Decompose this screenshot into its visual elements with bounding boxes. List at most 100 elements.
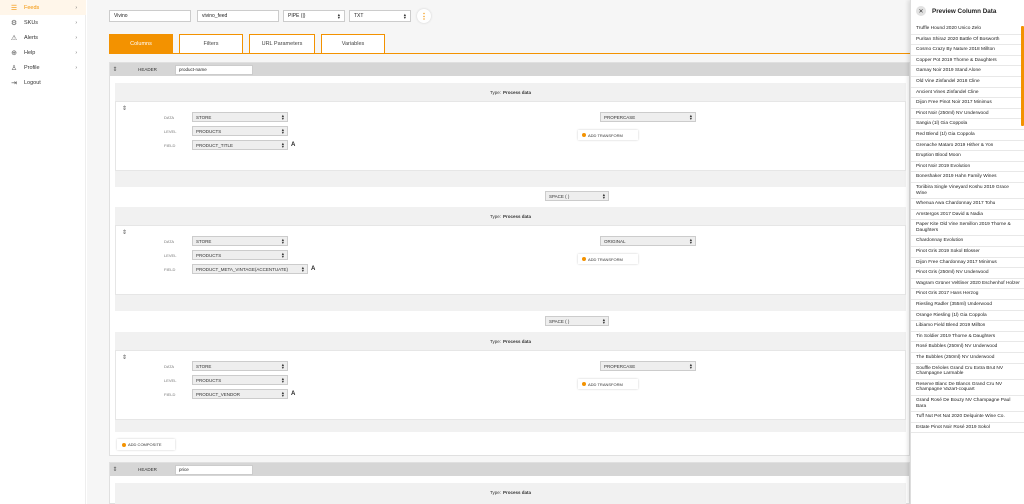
type-value: Process data (503, 489, 532, 495)
logout-icon: ⇥ (11, 79, 17, 87)
sidebar-item-label: Alerts (24, 34, 39, 41)
accent-icon[interactable]: A (291, 391, 295, 397)
data-select[interactable]: STORE ▴ ▾ (192, 112, 288, 122)
level-select[interactable]: PRODUCTS ▴ ▾ (192, 375, 288, 385)
field-label: FIELD (164, 142, 176, 148)
select-arrows-icon: ▴ ▾ (281, 127, 284, 135)
close-icon[interactable]: ✕ (916, 6, 926, 16)
list-item: Tin Soldier 2019 Thorne & Daughters (911, 332, 1024, 343)
field-select[interactable]: PRODUCT_VENDOR ▴ ▾ (192, 389, 288, 399)
list-item: Rosé Bubbles (250ml) NV Underwood (911, 342, 1024, 353)
column-card: ⇕ HEADER product-name Type: Process data … (109, 62, 910, 456)
sidebar-item-logout[interactable]: ⇥ Logout (0, 75, 86, 90)
tab-columns[interactable]: Columns (109, 34, 173, 54)
drag-handle-icon[interactable]: ⇕ (110, 66, 120, 73)
list-item: Cosmo Crazy By Nature 2018 Millton (911, 45, 1024, 56)
preview-header: ✕ Preview Column Data (911, 0, 1024, 22)
transform-select[interactable]: ORIGINAL ▴ ▾ (600, 236, 696, 246)
add-composite-button[interactable]: ADD COMPOSITE (117, 439, 175, 450)
list-item: Orange Riesling (1l) Gia Coppola (911, 311, 1024, 322)
format-select[interactable]: TXT ▴ ▾ (349, 10, 411, 22)
add-transform-button[interactable]: ADD TRANSFORM (578, 130, 638, 140)
drag-handle-icon[interactable]: ⇕ (122, 229, 127, 236)
sidebar-item-label: SKUs (24, 19, 39, 26)
drag-handle-icon[interactable]: ⇕ (110, 466, 120, 473)
skus-icon: ⚙ (10, 19, 18, 27)
more-options-icon[interactable]: ⋮ (417, 9, 431, 23)
data-select[interactable]: STORE ▴ ▾ (192, 236, 288, 246)
sidebar-item-alerts[interactable]: ⚠ Alerts › (0, 30, 86, 45)
data-select[interactable]: STORE ▴ ▾ (192, 361, 288, 371)
separator-select[interactable]: SPACE ( ) ▴ ▾ (545, 316, 609, 326)
separator-value: SPACE ( ) (549, 318, 570, 324)
list-item: Pinot Gris 2019 Sokol Blosser (911, 247, 1024, 258)
list-item: Gamay Noir 2019 Stand Alone (911, 66, 1024, 77)
delimiter-select[interactable]: PIPE (|) ▴ ▾ (283, 10, 345, 22)
select-arrows-icon: ▴ ▾ (689, 362, 692, 370)
add-transform-button[interactable]: ADD TRANSFORM (578, 379, 638, 389)
drag-handle-icon[interactable]: ⇕ (122, 105, 127, 112)
data-label: DATA (164, 114, 175, 120)
field-value: PRODUCT_META_VINTAGE(ACCENTUATE) (196, 266, 289, 272)
select-arrows-icon: ▴ ▾ (689, 237, 692, 245)
level-select[interactable]: PRODUCTS ▴ ▾ (192, 250, 288, 260)
level-row: LEVEL PRODUCTS ▴ ▾ (164, 126, 288, 136)
header-input[interactable]: price (175, 464, 253, 475)
chevron-right-icon: › (75, 49, 77, 56)
separator-select[interactable]: SPACE ( ) ▴ ▾ (545, 191, 609, 201)
chevron-right-icon: › (75, 34, 77, 41)
level-label: LEVEL (164, 128, 177, 134)
add-transform-button[interactable]: ADD TRANSFORM (578, 254, 638, 264)
type-value: Process data (503, 213, 532, 219)
type-value: Process data (503, 89, 532, 95)
field-value: PRODUCT_TITLE (196, 142, 234, 148)
feed-id-input[interactable]: vivino_feed (197, 10, 279, 22)
section-type: Type: Process data (115, 332, 906, 350)
field-value: PRODUCT_VENDOR (196, 391, 241, 397)
feed-name-input[interactable]: Vivino (109, 10, 191, 22)
sidebar-item-skus[interactable]: ⚙ SKUs › (0, 15, 86, 30)
type-label: Type: (489, 89, 501, 95)
list-item: Sangia (1l) Gia Coppola (911, 119, 1024, 130)
sidebar-item-profile[interactable]: ♙ Profile › (0, 60, 86, 75)
chevron-right-icon: › (75, 64, 77, 71)
data-row: DATA STORE ▴ ▾ (164, 361, 288, 371)
add-transform-label: ADD TRANSFORM (588, 132, 623, 138)
sidebar-item-label: Logout (24, 79, 41, 86)
data-label: DATA (164, 238, 175, 244)
level-select[interactable]: PRODUCTS ▴ ▾ (192, 126, 288, 136)
level-value: PRODUCTS (196, 252, 222, 258)
add-icon (582, 133, 586, 137)
column-card: ⇕ HEADER price Type: Process data (109, 462, 910, 504)
level-label: LEVEL (164, 377, 177, 383)
alert-icon: ⚠ (10, 34, 18, 42)
list-item: Amstergos 2017 David & Nadia (911, 210, 1024, 221)
transform-select[interactable]: PROPERCASE ▴ ▾ (600, 361, 696, 371)
list-item: Grenache Mataro 2019 Hither & Yon (911, 141, 1024, 152)
list-item: Pinot Gris (250ml) NV Underwood (911, 268, 1024, 279)
section-type: Type: Process data (115, 207, 906, 225)
process-section: Type: Process data ⇕ DATA STORE ▴ ▾ LEVEL P… (115, 332, 906, 432)
list-item: Copper Pot 2019 Thorne & Daughters (911, 56, 1024, 67)
transform-select[interactable]: PROPERCASE ▴ ▾ (600, 112, 696, 122)
transform-value: ORIGINAL (604, 238, 626, 244)
tab-variables[interactable]: Variables (321, 34, 385, 54)
field-select[interactable]: PRODUCT_META_VINTAGE(ACCENTUATE) ▴ ▾ (192, 264, 308, 274)
sidebar-item-feeds[interactable]: ☰ Feeds › (0, 0, 86, 15)
tab-filters[interactable]: Filters (179, 34, 243, 54)
accent-icon[interactable]: A (291, 142, 295, 148)
process-section: Type: Process data (115, 483, 906, 504)
header-input[interactable]: product-name (175, 64, 253, 75)
drag-handle-icon[interactable]: ⇕ (122, 354, 127, 361)
field-select[interactable]: PRODUCT_TITLE ▴ ▾ (192, 140, 288, 150)
chevron-right-icon: › (75, 19, 77, 26)
section-body: ⇕ DATA STORE ▴ ▾ LEVEL PRODUCTS ▴ ▾ FIELD PR… (115, 350, 906, 420)
list-item: The Bubbles (250ml) NV Underwood (911, 353, 1024, 364)
select-arrows-icon: ▴ ▾ (689, 113, 692, 121)
list-item: Pinot Noir (250ml) NV Underwood (911, 109, 1024, 120)
tab-url-parameters[interactable]: URL Parameters (249, 34, 315, 54)
sidebar-item-help[interactable]: ⊕ Help › (0, 45, 86, 60)
accent-icon[interactable]: A (311, 266, 315, 272)
section-type: Type: Process data (115, 83, 906, 101)
section-body: ⇕ DATA STORE ▴ ▾ LEVEL PRODUCTS ▴ ▾ FIELD PR… (115, 101, 906, 171)
